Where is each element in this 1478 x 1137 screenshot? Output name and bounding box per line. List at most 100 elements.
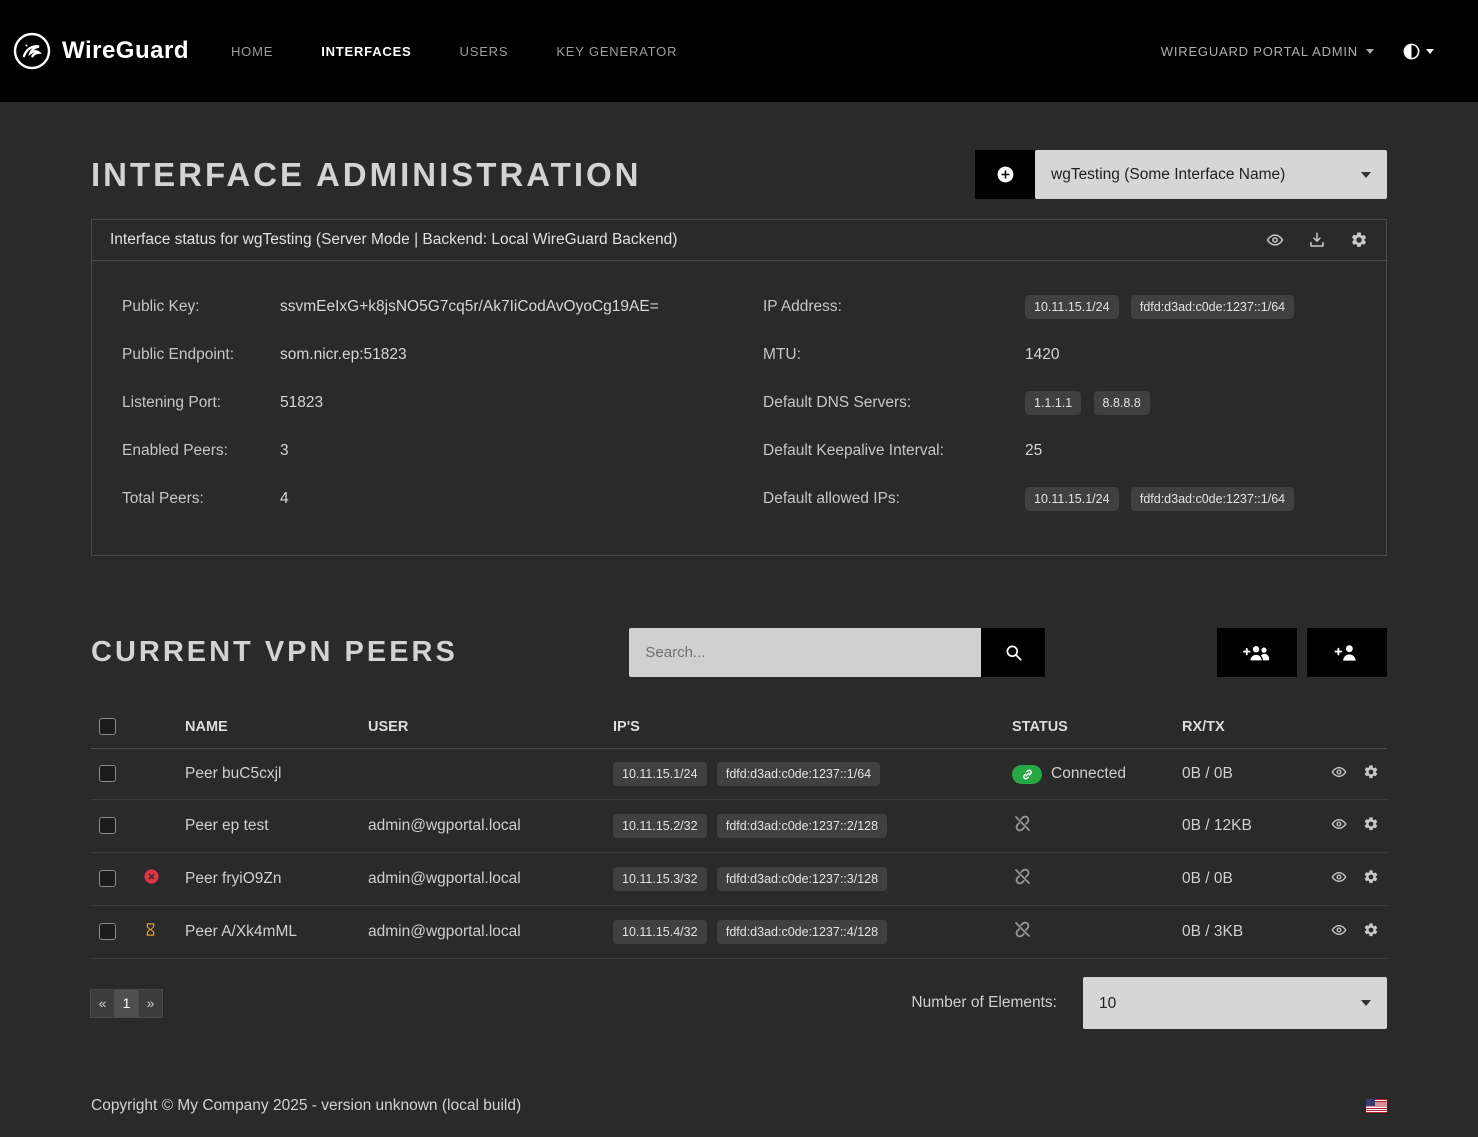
edit-peer-button[interactable] bbox=[1363, 869, 1379, 885]
pagination-next-button[interactable]: » bbox=[138, 989, 163, 1018]
search-input[interactable] bbox=[629, 628, 981, 677]
peer-ip-badge: 10.11.15.2/32 bbox=[613, 814, 707, 838]
column-header-status: STATUS bbox=[1004, 705, 1174, 749]
listening-port-value: 51823 bbox=[280, 394, 323, 412]
admin-user-menu-label: WIREGUARD PORTAL ADMIN bbox=[1161, 44, 1358, 59]
peer-name: Peer buC5cxjl bbox=[177, 749, 360, 800]
view-config-button[interactable] bbox=[1266, 231, 1284, 249]
nav-item-users[interactable]: USERS bbox=[460, 44, 509, 59]
peer-name: Peer ep test bbox=[177, 800, 360, 853]
navbar: WireGuard HOME INTERFACES USERS KEY GENE… bbox=[0, 0, 1478, 102]
edit-peer-button[interactable] bbox=[1363, 922, 1379, 938]
download-config-button[interactable] bbox=[1308, 231, 1326, 249]
peer-expiring-hourglass-icon bbox=[143, 921, 158, 938]
peer-rxtx: 0B / 0B bbox=[1174, 853, 1311, 906]
main-nav: HOME INTERFACES USERS KEY GENERATOR bbox=[231, 44, 677, 59]
mtu-value: 1420 bbox=[1025, 346, 1059, 364]
nav-item-home[interactable]: HOME bbox=[231, 44, 273, 59]
peer-ip-badge: 10.11.15.4/32 bbox=[613, 920, 707, 944]
edit-peer-button[interactable] bbox=[1363, 764, 1379, 780]
card-title: Interface status for wgTesting (Server M… bbox=[110, 231, 677, 249]
row-checkbox[interactable] bbox=[99, 923, 116, 940]
interface-select[interactable]: wgTesting (Some Interface Name) bbox=[1035, 150, 1387, 199]
edit-interface-button[interactable] bbox=[1350, 231, 1368, 249]
add-user-icon bbox=[1334, 642, 1359, 663]
peers-table: NAME USER IP'S STATUS RX/TX Peer buC5cxj… bbox=[91, 705, 1387, 959]
table-header-row: NAME USER IP'S STATUS RX/TX bbox=[91, 705, 1387, 749]
peer-user: admin@wgportal.local bbox=[360, 853, 605, 906]
field-label: Total Peers: bbox=[122, 490, 280, 508]
search-button[interactable] bbox=[981, 628, 1045, 677]
elements-per-page-label: Number of Elements: bbox=[911, 994, 1057, 1012]
caret-down-icon bbox=[1426, 49, 1434, 54]
peer-ip-badge: 10.11.15.3/32 bbox=[613, 867, 707, 891]
ip-badge: 10.11.15.1/24 bbox=[1025, 295, 1119, 319]
column-header-ips: IP'S bbox=[605, 705, 1004, 749]
table-row: Peer buC5cxjl 10.11.15.1/24 fdfd:d3ad:c0… bbox=[91, 749, 1387, 800]
allowed-ip-badge: 10.11.15.1/24 bbox=[1025, 487, 1119, 511]
row-checkbox[interactable] bbox=[99, 870, 116, 887]
pagination-page-1[interactable]: 1 bbox=[114, 989, 139, 1018]
theme-toggle-menu[interactable] bbox=[1402, 42, 1434, 61]
peer-user: admin@wgportal.local bbox=[360, 906, 605, 959]
peer-expired-icon bbox=[143, 868, 160, 885]
column-header-name: NAME bbox=[177, 705, 360, 749]
disconnected-unlink-icon bbox=[1012, 813, 1033, 834]
wireguard-logo-icon bbox=[12, 31, 52, 71]
pagination-prev-button[interactable]: « bbox=[90, 989, 115, 1018]
field-label: Public Endpoint: bbox=[122, 346, 280, 364]
ip-badge: fdfd:d3ad:c0de:1237::1/64 bbox=[1131, 295, 1294, 319]
edit-peer-button[interactable] bbox=[1363, 816, 1379, 832]
view-peer-button[interactable] bbox=[1331, 869, 1347, 885]
interface-status-card: Interface status for wgTesting (Server M… bbox=[91, 219, 1387, 556]
elements-per-page-select[interactable]: 10 bbox=[1083, 977, 1387, 1029]
peer-user bbox=[360, 749, 605, 800]
nav-item-interfaces[interactable]: INTERFACES bbox=[321, 44, 411, 59]
table-row: Peer ep test admin@wgportal.local 10.11.… bbox=[91, 800, 1387, 853]
plus-circle-icon bbox=[996, 165, 1015, 184]
peer-rxtx: 0B / 0B bbox=[1174, 749, 1311, 800]
pagination: « 1 » bbox=[91, 989, 163, 1018]
language-flag-us-icon[interactable] bbox=[1366, 1099, 1387, 1113]
theme-half-circle-icon bbox=[1402, 42, 1421, 61]
add-multiple-peers-button[interactable] bbox=[1217, 628, 1297, 677]
dns-badge: 8.8.8.8 bbox=[1094, 391, 1150, 415]
interface-select-wrap: wgTesting (Some Interface Name) bbox=[1035, 150, 1387, 199]
select-all-checkbox[interactable] bbox=[99, 718, 116, 735]
row-checkbox[interactable] bbox=[99, 817, 116, 834]
field-label: IP Address: bbox=[763, 298, 1025, 316]
add-peer-button[interactable] bbox=[1307, 628, 1387, 677]
peer-ip-badge: fdfd:d3ad:c0de:1237::3/128 bbox=[717, 867, 887, 891]
view-peer-button[interactable] bbox=[1331, 922, 1347, 938]
brand-name: WireGuard bbox=[62, 37, 189, 65]
field-label: Public Key: bbox=[122, 298, 280, 316]
field-label: Enabled Peers: bbox=[122, 442, 280, 460]
field-label: Default DNS Servers: bbox=[763, 394, 1025, 412]
public-endpoint-value: som.nicr.ep:51823 bbox=[280, 346, 407, 364]
brand[interactable]: WireGuard bbox=[12, 31, 189, 71]
public-key-value: ssvmEeIxG+k8jsNO5G7cq5r/Ak7IiCodAvOyoCg1… bbox=[280, 298, 659, 316]
field-label: Default allowed IPs: bbox=[763, 490, 1025, 508]
nav-item-key-generator[interactable]: KEY GENERATOR bbox=[556, 44, 677, 59]
connected-link-icon bbox=[1012, 765, 1042, 784]
peer-ip-badge: 10.11.15.1/24 bbox=[613, 762, 707, 786]
field-label: MTU: bbox=[763, 346, 1025, 364]
column-header-user: USER bbox=[360, 705, 605, 749]
column-header-rxtx: RX/TX bbox=[1174, 705, 1311, 749]
peer-name: Peer fryiO9Zn bbox=[177, 853, 360, 906]
disconnected-unlink-icon bbox=[1012, 866, 1033, 887]
page-title: INTERFACE ADMINISTRATION bbox=[91, 156, 641, 194]
peer-name: Peer A/Xk4mML bbox=[177, 906, 360, 959]
view-peer-button[interactable] bbox=[1331, 764, 1347, 780]
view-peer-button[interactable] bbox=[1331, 816, 1347, 832]
peer-status-label: Connected bbox=[1051, 765, 1126, 783]
admin-user-menu[interactable]: WIREGUARD PORTAL ADMIN bbox=[1161, 44, 1374, 59]
add-interface-button[interactable] bbox=[975, 150, 1035, 199]
disconnected-unlink-icon bbox=[1012, 919, 1033, 940]
row-checkbox[interactable] bbox=[99, 765, 116, 782]
peer-rxtx: 0B / 3KB bbox=[1174, 906, 1311, 959]
peer-ip-badge: fdfd:d3ad:c0de:1237::2/128 bbox=[717, 814, 887, 838]
peer-user: admin@wgportal.local bbox=[360, 800, 605, 853]
dns-badge: 1.1.1.1 bbox=[1025, 391, 1081, 415]
keepalive-value: 25 bbox=[1025, 442, 1042, 460]
